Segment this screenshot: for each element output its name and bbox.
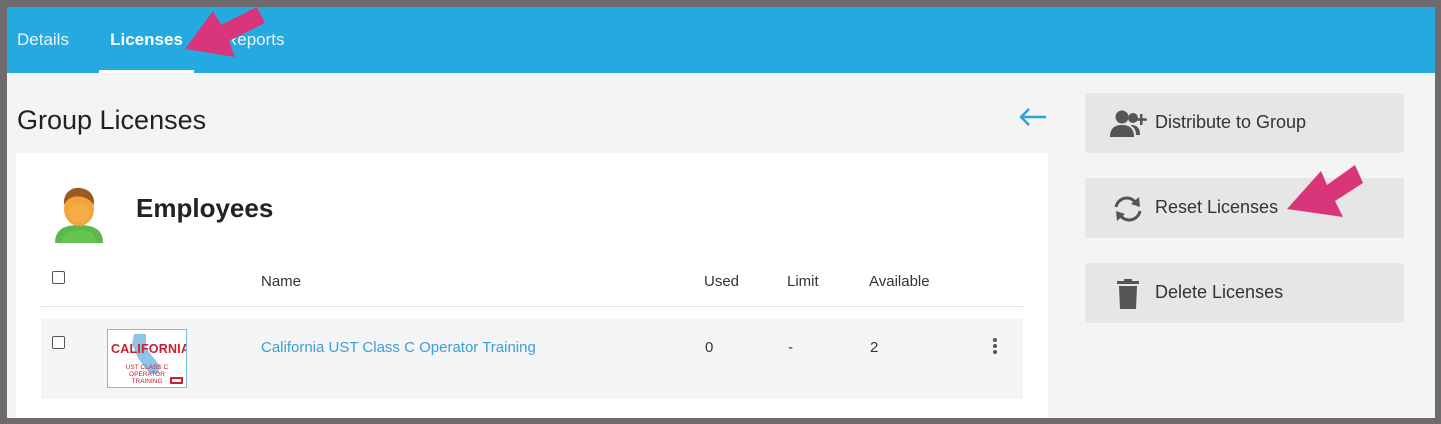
- thumbnail-title: CALIFORNIA: [111, 342, 187, 356]
- limit-value: -: [788, 339, 793, 356]
- sync-icon: [1114, 196, 1142, 222]
- delete-licenses-button[interactable]: Delete Licenses: [1085, 263, 1404, 323]
- distribute-to-group-button[interactable]: Distribute to Group: [1085, 93, 1404, 153]
- column-header-used: Used: [704, 273, 740, 290]
- used-value: 0: [705, 339, 714, 356]
- course-name-link[interactable]: California UST Class C Operator Training: [261, 339, 536, 356]
- select-all-checkbox[interactable]: [52, 271, 65, 284]
- distribute-to-group-label: Distribute to Group: [1155, 112, 1307, 132]
- reset-licenses-label: Reset Licenses: [1155, 197, 1279, 217]
- available-value: 2: [870, 339, 879, 356]
- user-plus-icon: [1110, 110, 1147, 137]
- thumbnail-line-1: UST CLASS C: [125, 364, 169, 371]
- delete-licenses-label: Delete Licenses: [1155, 282, 1284, 302]
- user-avatar-icon: [55, 187, 103, 243]
- annotation-arrow-icon: [1287, 165, 1363, 217]
- row-menu-icon[interactable]: [991, 337, 999, 355]
- column-header-limit: Limit: [787, 273, 819, 290]
- course-name-text[interactable]: California UST Class C Operator Training: [261, 339, 536, 356]
- group-licenses-card: Employees Name Used Limit Available CALI…: [16, 153, 1048, 418]
- column-header-available: Available: [869, 273, 930, 290]
- back-arrow-icon[interactable]: [1017, 105, 1049, 129]
- page-title: Group Licenses: [17, 105, 207, 135]
- row-checkbox[interactable]: [52, 336, 65, 349]
- table-row: CALIFORNIA UST CLASS C OPERATOR TRAINING…: [41, 319, 1023, 399]
- publisher-logo-icon: [170, 377, 183, 384]
- annotation-arrow-icon: [185, 7, 265, 57]
- trash-icon: [1117, 279, 1139, 309]
- group-name: Employees: [136, 193, 274, 223]
- column-header-name: Name: [261, 273, 302, 290]
- tab-details[interactable]: Details: [17, 7, 69, 73]
- app-frame: Details Licenses Reports Group Licenses …: [7, 7, 1435, 418]
- course-thumbnail: CALIFORNIA UST CLASS C OPERATOR TRAINING: [107, 329, 187, 388]
- header-divider: [41, 306, 1023, 307]
